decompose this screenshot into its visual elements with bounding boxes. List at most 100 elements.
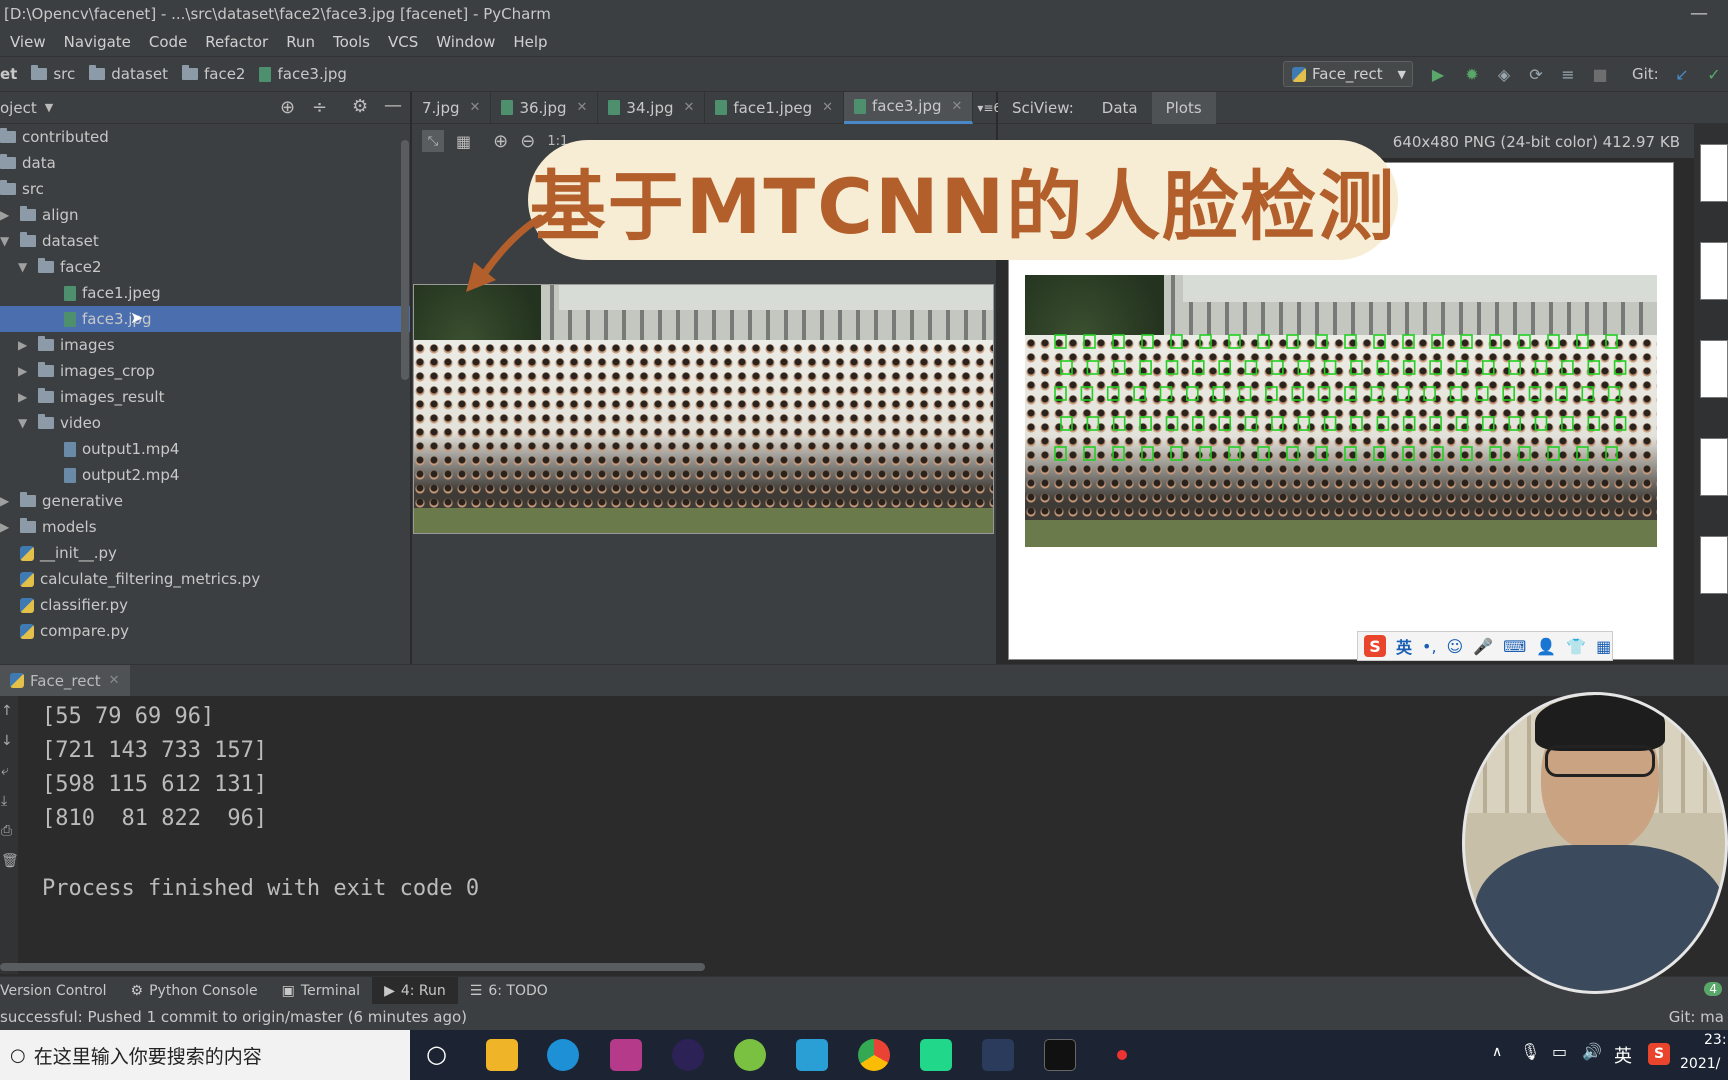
fit-zoom-icon[interactable]: ⤡ — [422, 130, 444, 152]
tree-item-video[interactable]: ▼ video — [18, 410, 101, 436]
punctuation-icon[interactable]: •, — [1422, 637, 1437, 656]
hide-panel-icon[interactable]: — — [384, 95, 402, 116]
tab-face1-jpeg[interactable]: face1.jpeg ✕ — [705, 91, 845, 124]
git-update-icon[interactable]: ↙ — [1672, 64, 1692, 84]
chrome-icon[interactable] — [858, 1039, 890, 1071]
tree-item-face2[interactable]: ▼ face2 — [18, 254, 102, 280]
run-config-dropdown[interactable]: Face_rect ▼ — [1283, 61, 1413, 87]
run-tab-face-rect[interactable]: Face_rect ✕ — [0, 664, 130, 697]
menu-run[interactable]: Run — [286, 33, 315, 51]
sogou-tray-icon[interactable]: S — [1648, 1043, 1670, 1065]
breadcrumb-face2[interactable]: face2 — [181, 65, 245, 83]
collapse-arrow-icon[interactable]: ▼ — [18, 260, 32, 274]
scroll-to-end-icon[interactable]: ⤓ — [1, 786, 18, 816]
edge-browser-icon[interactable] — [547, 1039, 579, 1071]
tab-run[interactable]: ▶ 4: Run — [372, 976, 458, 1005]
expand-arrow-icon[interactable]: ▶ — [18, 364, 32, 378]
tray-mic-icon[interactable]: 🎙 — [1520, 1042, 1540, 1061]
clock-time[interactable]: 23: — [1704, 1032, 1727, 1048]
network-icon[interactable]: ▭ — [1552, 1042, 1567, 1061]
clock-date[interactable]: 2021/ — [1680, 1056, 1720, 1072]
app-dark-icon[interactable] — [982, 1039, 1014, 1071]
menu-code[interactable]: Code — [149, 33, 187, 51]
keyboard-icon[interactable]: ⌨ — [1503, 637, 1526, 656]
scroll-down-icon[interactable]: ↓ — [1, 726, 18, 756]
plot-thumbnail[interactable] — [1700, 242, 1728, 300]
collapse-all-icon[interactable]: ÷ — [312, 97, 327, 118]
trash-icon[interactable]: 🗑 — [1, 846, 19, 876]
tree-item-compare[interactable]: compare.py — [20, 618, 129, 644]
tray-ime-lang[interactable]: 英 — [1614, 1042, 1632, 1068]
close-icon[interactable]: ✕ — [822, 100, 833, 115]
tab-version-control[interactable]: Version Control — [0, 977, 119, 1005]
tab-todo[interactable]: ☰ 6: TODO — [458, 977, 560, 1005]
tab-34-jpg[interactable]: 34.jpg ✕ — [598, 91, 706, 124]
tab-7-jpg[interactable]: 7.jpg ✕ — [412, 91, 492, 124]
breadcrumb-root[interactable]: et — [0, 65, 17, 83]
git-branch[interactable]: Git: ma — [1669, 1004, 1724, 1030]
app-green-icon[interactable] — [734, 1039, 766, 1071]
plot-thumbnail[interactable] — [1700, 144, 1728, 202]
minimize-button[interactable]: — — [1690, 0, 1708, 28]
tree-item-src[interactable]: src — [0, 176, 44, 202]
tray-chevron-icon[interactable]: ∧ — [1492, 1044, 1502, 1060]
tree-item-images[interactable]: ▶ images — [18, 332, 115, 358]
file-explorer-icon[interactable] — [486, 1039, 518, 1071]
profile-icon[interactable]: ⟳ — [1526, 64, 1546, 84]
toolbox-icon[interactable]: ▦ — [1596, 637, 1611, 656]
menu-refactor[interactable]: Refactor — [205, 33, 268, 51]
tree-item-face3-jpg[interactable]: face3.jpg — [0, 306, 410, 332]
tab-terminal[interactable]: ▣ Terminal — [270, 977, 372, 1005]
grid-icon[interactable]: ▦ — [456, 132, 471, 151]
tab-python-console[interactable]: ⚙ Python Console — [119, 977, 270, 1005]
run-icon[interactable]: ▶ — [1428, 64, 1448, 84]
collapse-arrow-icon[interactable]: ▼ — [18, 416, 32, 430]
eclipse-icon[interactable] — [672, 1039, 704, 1071]
tree-item-output1[interactable]: output1.mp4 — [64, 436, 179, 462]
recorder-icon[interactable] — [1106, 1039, 1138, 1071]
tab-36-jpg[interactable]: 36.jpg ✕ — [491, 91, 599, 124]
ime-lang[interactable]: 英 — [1396, 634, 1412, 658]
git-commit-icon[interactable]: ✓ — [1704, 64, 1724, 84]
zoom-in-icon[interactable]: ⊕ — [493, 131, 508, 152]
menu-tools[interactable]: Tools — [333, 33, 370, 51]
pycharm-icon[interactable] — [920, 1039, 952, 1071]
tree-item-calculate-filtering-metrics[interactable]: calculate_filtering_metrics.py — [20, 566, 260, 592]
plot-thumbnail[interactable] — [1700, 340, 1728, 398]
status-message[interactable]: successful: Pushed 1 commit to origin/ma… — [0, 1008, 467, 1026]
locate-icon[interactable]: ⊕ — [280, 97, 295, 118]
tab-plots[interactable]: Plots — [1151, 91, 1216, 124]
menu-vcs[interactable]: VCS — [388, 33, 418, 51]
breadcrumb-face3[interactable]: face3.jpg — [259, 65, 347, 83]
close-icon[interactable]: ✕ — [684, 100, 695, 115]
tree-item-face1-jpeg[interactable]: face1.jpeg — [64, 280, 161, 306]
task-view-icon[interactable]: ○ — [426, 1040, 447, 1068]
close-icon[interactable]: ✕ — [577, 100, 588, 115]
print-icon[interactable]: ⎙ — [1, 816, 18, 846]
tab-face3-jpg[interactable]: face3.jpg ✕ — [844, 91, 974, 124]
project-panel-title[interactable]: oject — [0, 99, 37, 117]
menu-window[interactable]: Window — [436, 33, 495, 51]
menu-help[interactable]: Help — [513, 33, 547, 51]
expand-arrow-icon[interactable]: ▶ — [18, 338, 32, 352]
tree-item-contributed[interactable]: contributed — [0, 124, 109, 150]
tree-item-classifier[interactable]: classifier.py — [20, 592, 128, 618]
console-horizontal-scrollbar[interactable] — [0, 963, 705, 971]
soft-wrap-icon[interactable]: ⤶ — [1, 756, 18, 786]
skin-icon[interactable]: 👕 — [1566, 637, 1586, 656]
project-scrollbar[interactable] — [401, 140, 409, 380]
close-icon[interactable]: ✕ — [109, 673, 120, 688]
stop-icon[interactable]: ■ — [1590, 64, 1610, 84]
tree-item-output2[interactable]: output2.mp4 — [64, 462, 179, 488]
menu-navigate[interactable]: Navigate — [64, 33, 131, 51]
collapse-arrow-icon[interactable]: ▼ — [0, 234, 14, 248]
breadcrumb-dataset[interactable]: dataset — [89, 65, 168, 83]
scroll-up-icon[interactable]: ↑ — [1, 696, 18, 726]
tree-item-data[interactable]: data — [0, 150, 56, 176]
sogou-logo-icon[interactable]: S — [1364, 635, 1386, 657]
cmd-icon[interactable] — [1044, 1039, 1076, 1071]
microphone-icon[interactable]: 🎤 — [1473, 637, 1493, 656]
tree-item-align[interactable]: ▶ align — [0, 202, 79, 228]
menu-view[interactable]: View — [10, 33, 46, 51]
volume-icon[interactable]: 🔊 — [1582, 1042, 1602, 1061]
